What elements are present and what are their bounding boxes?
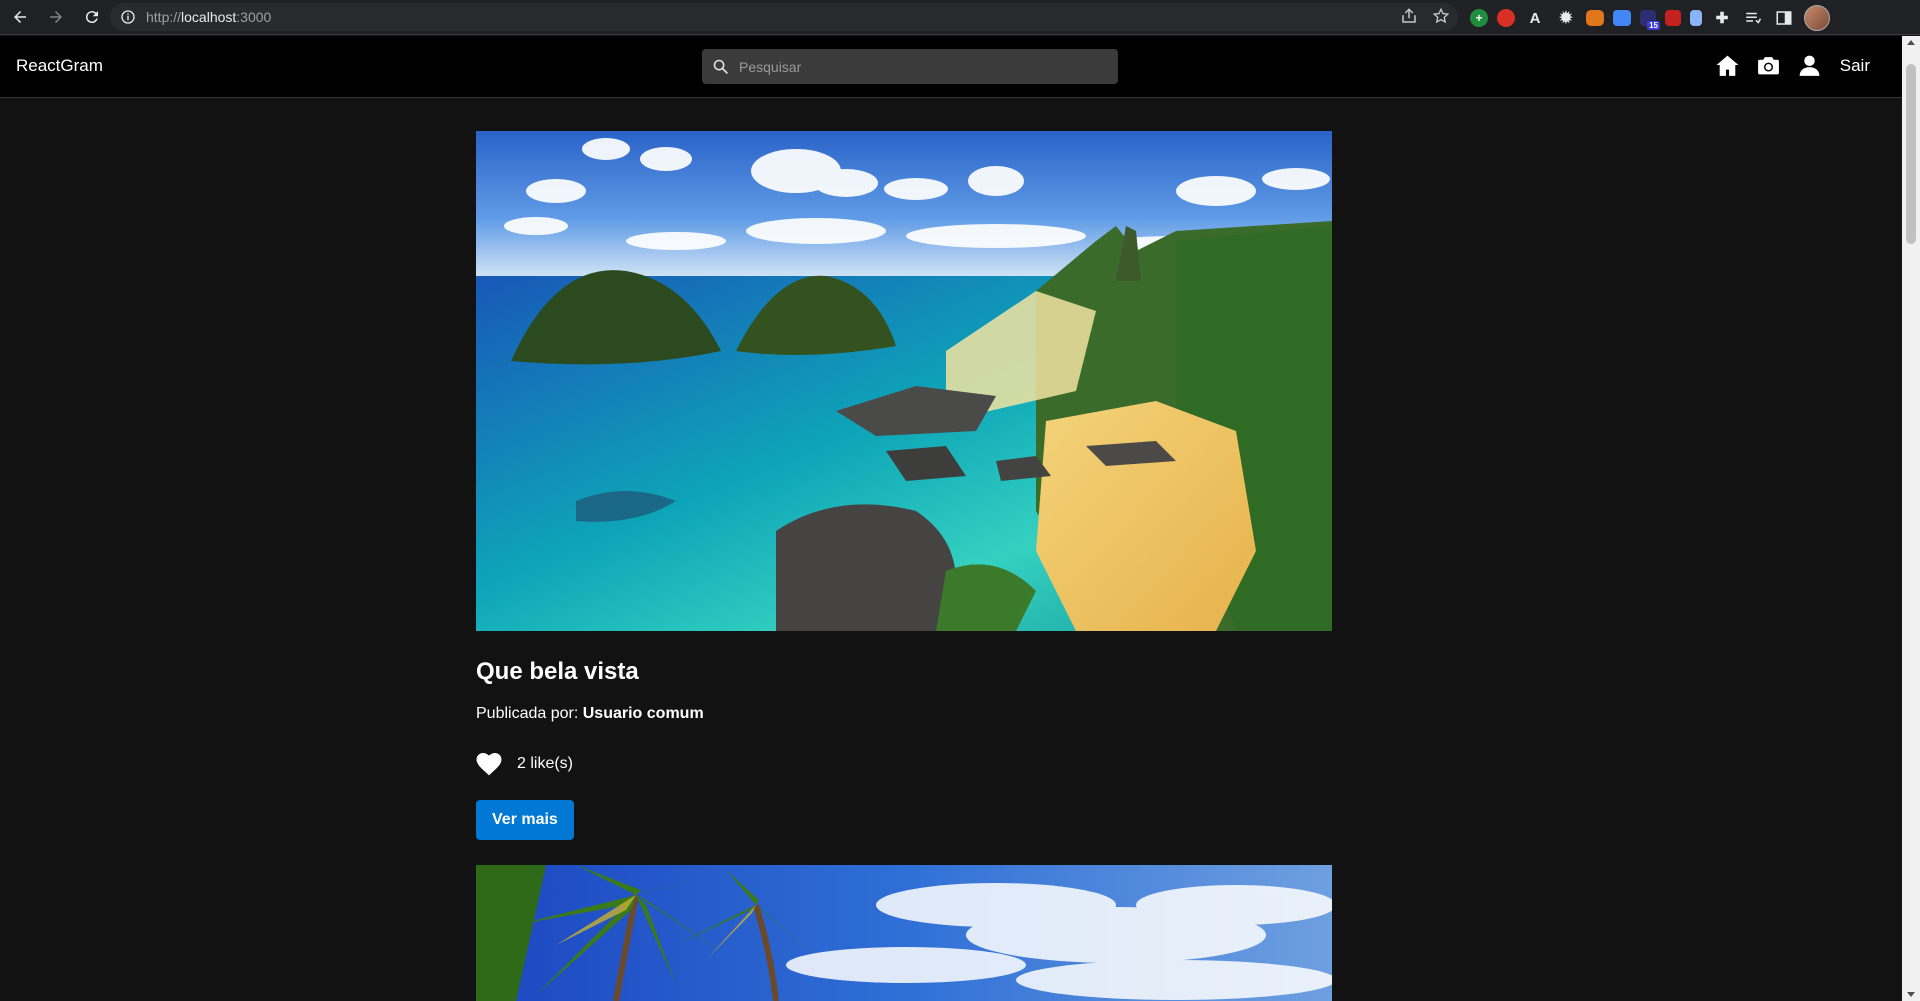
scroll-down-icon[interactable]	[1907, 992, 1915, 997]
page-scrollbar[interactable]	[1902, 36, 1920, 1001]
plus-extension-icon[interactable]: +	[1470, 9, 1488, 27]
likes-count: 2 like(s)	[517, 755, 574, 772]
app-navbar: ReactGram Sair	[0, 36, 1902, 98]
translate-extension-icon[interactable]	[1613, 10, 1631, 26]
letter-a-extension-icon[interactable]: A	[1524, 7, 1546, 29]
share-icon[interactable]	[1400, 7, 1418, 25]
post-photo[interactable]	[476, 865, 1332, 1001]
scroll-up-icon[interactable]	[1907, 40, 1915, 45]
post-author-line: Publicada por: Usuario comum	[476, 705, 1332, 723]
extension-badge: 15	[1647, 21, 1660, 30]
arrow-left-icon	[14, 11, 26, 23]
post-author[interactable]: Usuario comum	[583, 705, 704, 722]
camera-icon[interactable]	[1756, 53, 1781, 78]
nav-links: Sair	[1715, 53, 1870, 78]
calendar-extension-icon[interactable]	[1665, 10, 1681, 26]
badge-extension-icon[interactable]: 15	[1640, 10, 1660, 30]
photo-post: Que bela vista Publicada por: Usuario co…	[476, 131, 1332, 840]
reload-button[interactable]	[76, 1, 108, 33]
gear-extension-icon[interactable]: ✹	[1555, 7, 1577, 29]
search-box[interactable]	[702, 49, 1118, 84]
scroll-thumb[interactable]	[1906, 64, 1916, 244]
logout-link[interactable]: Sair	[1840, 56, 1870, 76]
reading-list-icon[interactable]	[1742, 7, 1764, 29]
post-photo[interactable]	[476, 131, 1332, 631]
extensions-bar: + A ✹ 15 ✚	[1470, 5, 1830, 31]
address-bar[interactable]: http://localhost:3000	[110, 3, 1458, 31]
address-url: http://localhost:3000	[146, 9, 272, 25]
doc-extension-icon[interactable]	[1690, 10, 1702, 26]
user-icon[interactable]	[1797, 53, 1822, 78]
brand-logo[interactable]: ReactGram	[16, 56, 103, 76]
arrow-right-icon	[50, 11, 62, 23]
search-icon	[713, 59, 728, 74]
browser-toolbar: http://localhost:3000 + A ✹ 15 ✚	[0, 0, 1920, 35]
puzzle-icon[interactable]: ✚	[1711, 7, 1733, 29]
author-prefix: Publicada por:	[476, 705, 579, 722]
photo-post	[476, 865, 1332, 1001]
view-more-button[interactable]: Ver mais	[476, 800, 574, 840]
star-icon[interactable]	[1432, 7, 1450, 25]
reload-icon	[85, 11, 98, 24]
profile-avatar[interactable]	[1804, 5, 1830, 31]
fox-extension-icon[interactable]	[1586, 10, 1604, 26]
back-button[interactable]	[4, 1, 36, 33]
heart-icon[interactable]	[476, 752, 502, 776]
side-panel-icon[interactable]	[1773, 7, 1795, 29]
home-icon[interactable]	[1715, 53, 1740, 78]
search-input[interactable]	[737, 57, 1101, 76]
post-title: Que bela vista	[476, 658, 639, 685]
likes-row: 2 like(s)	[476, 752, 1332, 776]
forward-button[interactable]	[40, 1, 72, 33]
red-extension-icon[interactable]	[1497, 9, 1515, 27]
info-icon	[121, 10, 135, 24]
